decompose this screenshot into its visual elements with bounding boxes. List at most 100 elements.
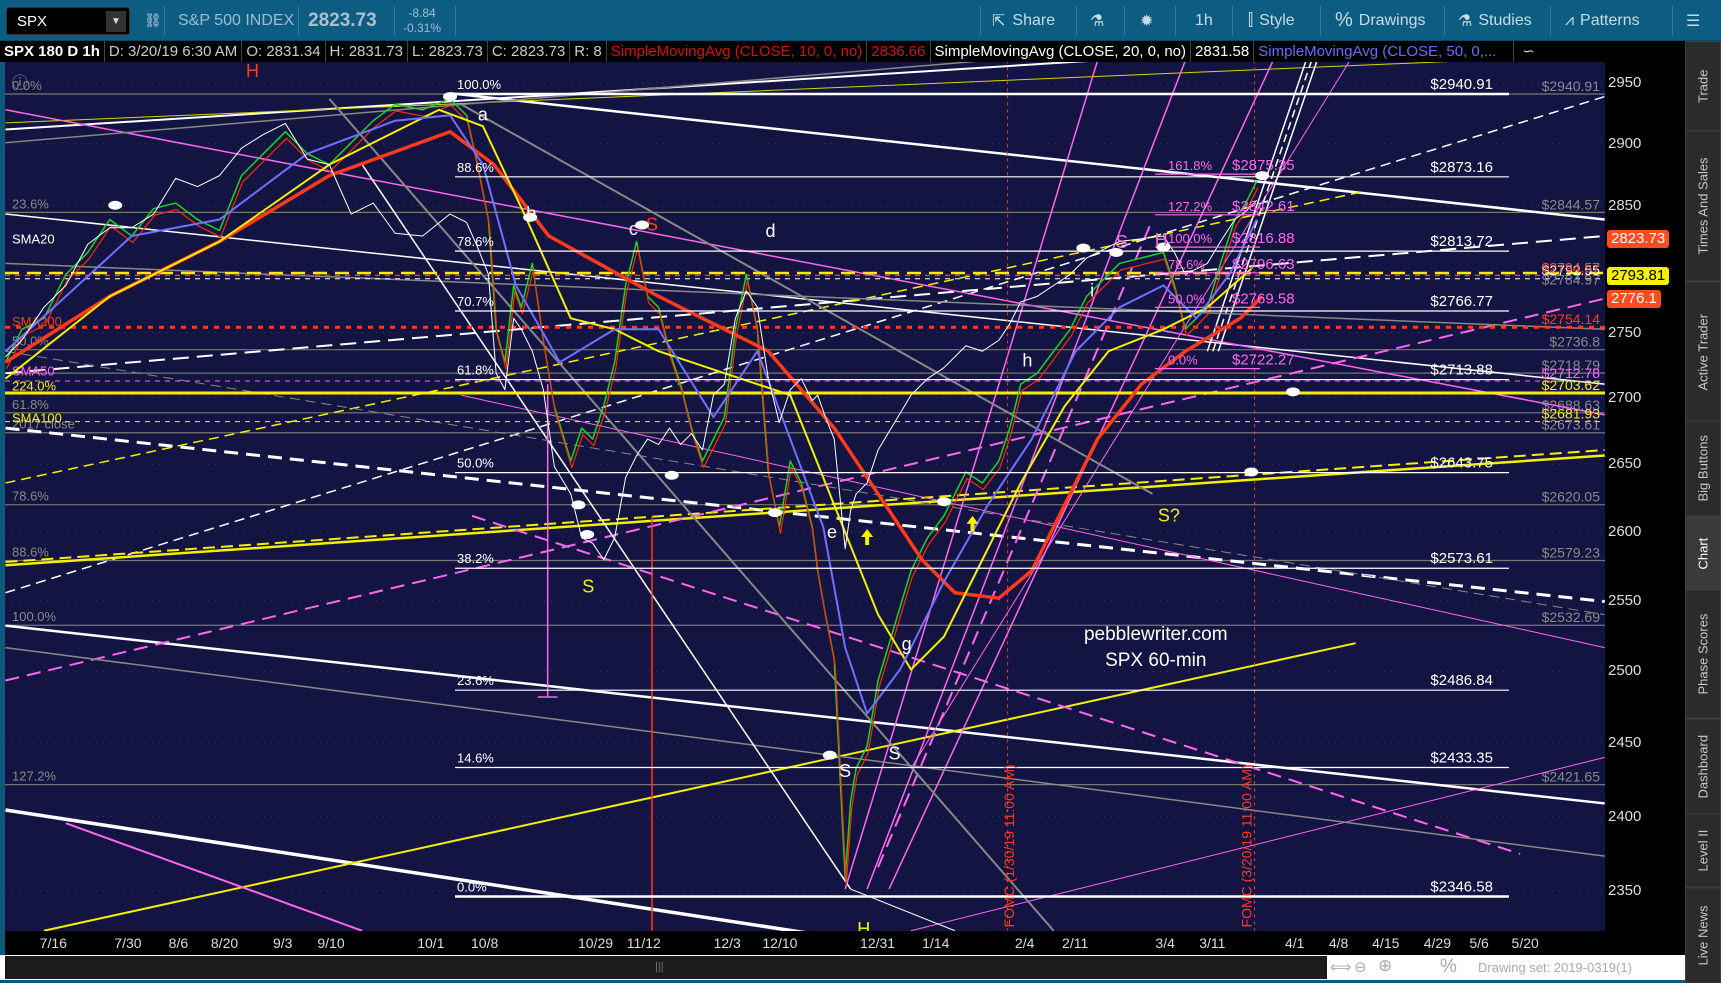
pink-fib-pct: 100.0% xyxy=(1168,231,1213,246)
fib-pct: 88.6% xyxy=(457,160,494,175)
change-pct: -0.31% xyxy=(403,20,442,35)
date-tick: 7/16 xyxy=(39,935,67,951)
wave-label-h: H xyxy=(246,62,259,81)
fib-pct: 0.0% xyxy=(457,880,487,895)
date-tick: 5/6 xyxy=(1469,935,1489,951)
zoom-out-icon[interactable]: ⊖ xyxy=(1354,958,1367,976)
drawing-set-label[interactable]: Drawing set: 2019-0319(1) xyxy=(1478,960,1632,975)
time-axis[interactable]: 7/16 7/30 8/6 8/20 9/3 9/10 10/1 10/8 10/29 11/12… xyxy=(0,931,1685,955)
sma100-line xyxy=(5,108,1252,671)
sidebar-tab-dashboard[interactable]: Dashboard xyxy=(1685,718,1721,814)
price-badge: 2823.73 xyxy=(1607,229,1670,248)
pivot-marker xyxy=(936,497,951,507)
menu-icon[interactable]: ☰ xyxy=(1686,0,1700,41)
price-tick: 2950 xyxy=(1608,74,1642,91)
trend-line xyxy=(5,808,806,931)
zoom-in-icon[interactable]: ⊕ xyxy=(1378,956,1392,976)
pink-fib-pct: 127.2% xyxy=(1168,199,1213,214)
date-tick: 8/20 xyxy=(210,935,239,951)
chevron-down-icon[interactable]: ▼ xyxy=(106,11,126,32)
sidebar-tab-active-trader[interactable]: Active Trader xyxy=(1685,281,1721,421)
wave-label-d: d xyxy=(766,221,776,241)
fib-pct: 38.2% xyxy=(457,551,494,566)
studies-button[interactable]: ⚗ Studies xyxy=(1458,0,1532,41)
sma10-study[interactable]: SimpleMovingAvg (CLOSE, 10, 0, no) xyxy=(607,41,868,62)
ma-label: 224.0% xyxy=(12,379,57,394)
percent-icon[interactable]: % xyxy=(1440,956,1457,978)
sidebar-tab-big-buttons[interactable]: Big Buttons xyxy=(1685,421,1721,517)
date-tick: 9/3 xyxy=(272,935,293,951)
wave-label-c: c xyxy=(629,219,638,239)
pivot-marker xyxy=(1285,387,1300,397)
share-button[interactable]: ⇱ Share xyxy=(992,0,1055,41)
sma10-value: 2836.66 xyxy=(867,41,931,62)
sma20-study[interactable]: SimpleMovingAvg (CLOSE, 20, 0, no) xyxy=(931,41,1192,62)
grey-fib-price: $2940.91 xyxy=(1542,78,1601,94)
flask-button[interactable]: ⚗ xyxy=(1090,0,1104,41)
trend-line xyxy=(5,350,1605,616)
grey-fib-pct: 100.0% xyxy=(12,609,57,624)
watermark-chart-name: SPX 60-min xyxy=(1105,650,1206,671)
pink-fib-price: $2769.58 xyxy=(1232,290,1295,307)
pink-fib-price: $2842.61 xyxy=(1232,198,1295,215)
pink-fib-pct: 50.0% xyxy=(1168,291,1205,306)
symbol-selector[interactable]: SPX ▼ xyxy=(6,7,130,35)
date-tick: 2/4 xyxy=(1014,935,1035,951)
sidebar-tab-live-news[interactable]: Live News xyxy=(1685,887,1721,983)
price-axis[interactable]: 2950 2900 2850 2750 2700 2650 2600 2550 2500 2450… xyxy=(1605,62,1685,942)
price-badge: 2776.1 xyxy=(1607,289,1661,308)
grey-fib-price: $2736.8 xyxy=(1549,334,1600,350)
interval-button[interactable]: 1h xyxy=(1195,0,1213,41)
drawings-button[interactable]: % Drawings xyxy=(1335,0,1425,41)
pink-fib-pct: 0.0% xyxy=(1168,353,1198,368)
price-tick: 2550 xyxy=(1608,592,1642,609)
wave-label-s: S xyxy=(889,744,901,764)
sidebar-tab-phase-scores[interactable]: Phase Scores xyxy=(1685,590,1721,719)
link-icon[interactable]: ⛓ xyxy=(144,0,162,41)
patterns-button[interactable]: ⩘ Patterns xyxy=(1565,0,1640,41)
price-tick: 2350 xyxy=(1608,882,1642,900)
settings-button[interactable]: ✹ xyxy=(1140,0,1153,41)
style-button[interactable]: ⫿ Style xyxy=(1248,0,1295,41)
fib-price: $2346.58 xyxy=(1430,879,1493,896)
curve-icon[interactable]: ∽ xyxy=(1514,41,1539,62)
percent-icon: % xyxy=(1335,9,1353,31)
sidebar-tab-trade[interactable]: Trade xyxy=(1685,41,1721,131)
sma50-study[interactable]: SimpleMovingAvg (CLOSE, 50, 0,... xyxy=(1254,41,1515,62)
grey-fib-price: $2844.57 xyxy=(1542,196,1601,212)
chart-title: SPX 180 D 1h xyxy=(0,41,105,62)
fib-price: $2573.61 xyxy=(1430,550,1493,567)
bar-high: H: 2831.73 xyxy=(326,41,408,62)
chart-canvas[interactable]: $2940.91 0.0% $2844.57 23.6% $2736.8 50.0% $27… xyxy=(5,62,1605,931)
trend-line xyxy=(5,646,1605,857)
wave-label-b: b xyxy=(526,204,536,224)
grey-fib-pct: 61.8% xyxy=(12,397,49,412)
wave-label-e: e xyxy=(827,522,837,542)
grey-fib-pct: 23.6% xyxy=(12,196,49,211)
wave-label-h: H xyxy=(1155,230,1168,250)
sidebar-tab-level-ii[interactable]: Level II xyxy=(1685,814,1721,888)
ma-label: SMA100 xyxy=(12,411,62,426)
scroll-thumb-grip[interactable]: ||| xyxy=(655,961,664,973)
pink-fib-price: $2816.88 xyxy=(1232,230,1295,247)
horizontal-scrollbar[interactable]: ||| xyxy=(5,956,1327,979)
price-tick: 2600 xyxy=(1608,522,1642,540)
ma-level-price: $2703.62 xyxy=(1542,377,1601,393)
ma-level-price: $2784.97 xyxy=(1542,272,1601,288)
wave-label-s_q: S? xyxy=(1158,505,1180,525)
symbol-value: SPX xyxy=(17,12,48,30)
zoom-fit-icon[interactable]: ⟺ xyxy=(1330,958,1352,976)
gear-icon: ✹ xyxy=(1140,12,1154,30)
wave-label-a: a xyxy=(478,105,489,125)
grey-fib-price: $2532.69 xyxy=(1542,609,1601,625)
price-chart[interactable]: $2940.91 0.0% $2844.57 23.6% $2736.8 50.0% $27… xyxy=(5,62,1605,931)
date-tick: 4/8 xyxy=(1328,935,1349,951)
sidebar-tab-chart[interactable]: Chart xyxy=(1685,516,1721,590)
price-tick: 2400 xyxy=(1608,807,1642,825)
ma-level-price: $2681.93 xyxy=(1542,406,1601,422)
share-icon: ⇱ xyxy=(992,12,1006,30)
fib-price: $2713.88 xyxy=(1430,362,1493,379)
patterns-icon: ⩘ xyxy=(1565,11,1575,29)
fib-price: $2813.72 xyxy=(1430,233,1493,250)
sidebar-tab-times-and-sales[interactable]: Times And Sales xyxy=(1685,131,1721,282)
